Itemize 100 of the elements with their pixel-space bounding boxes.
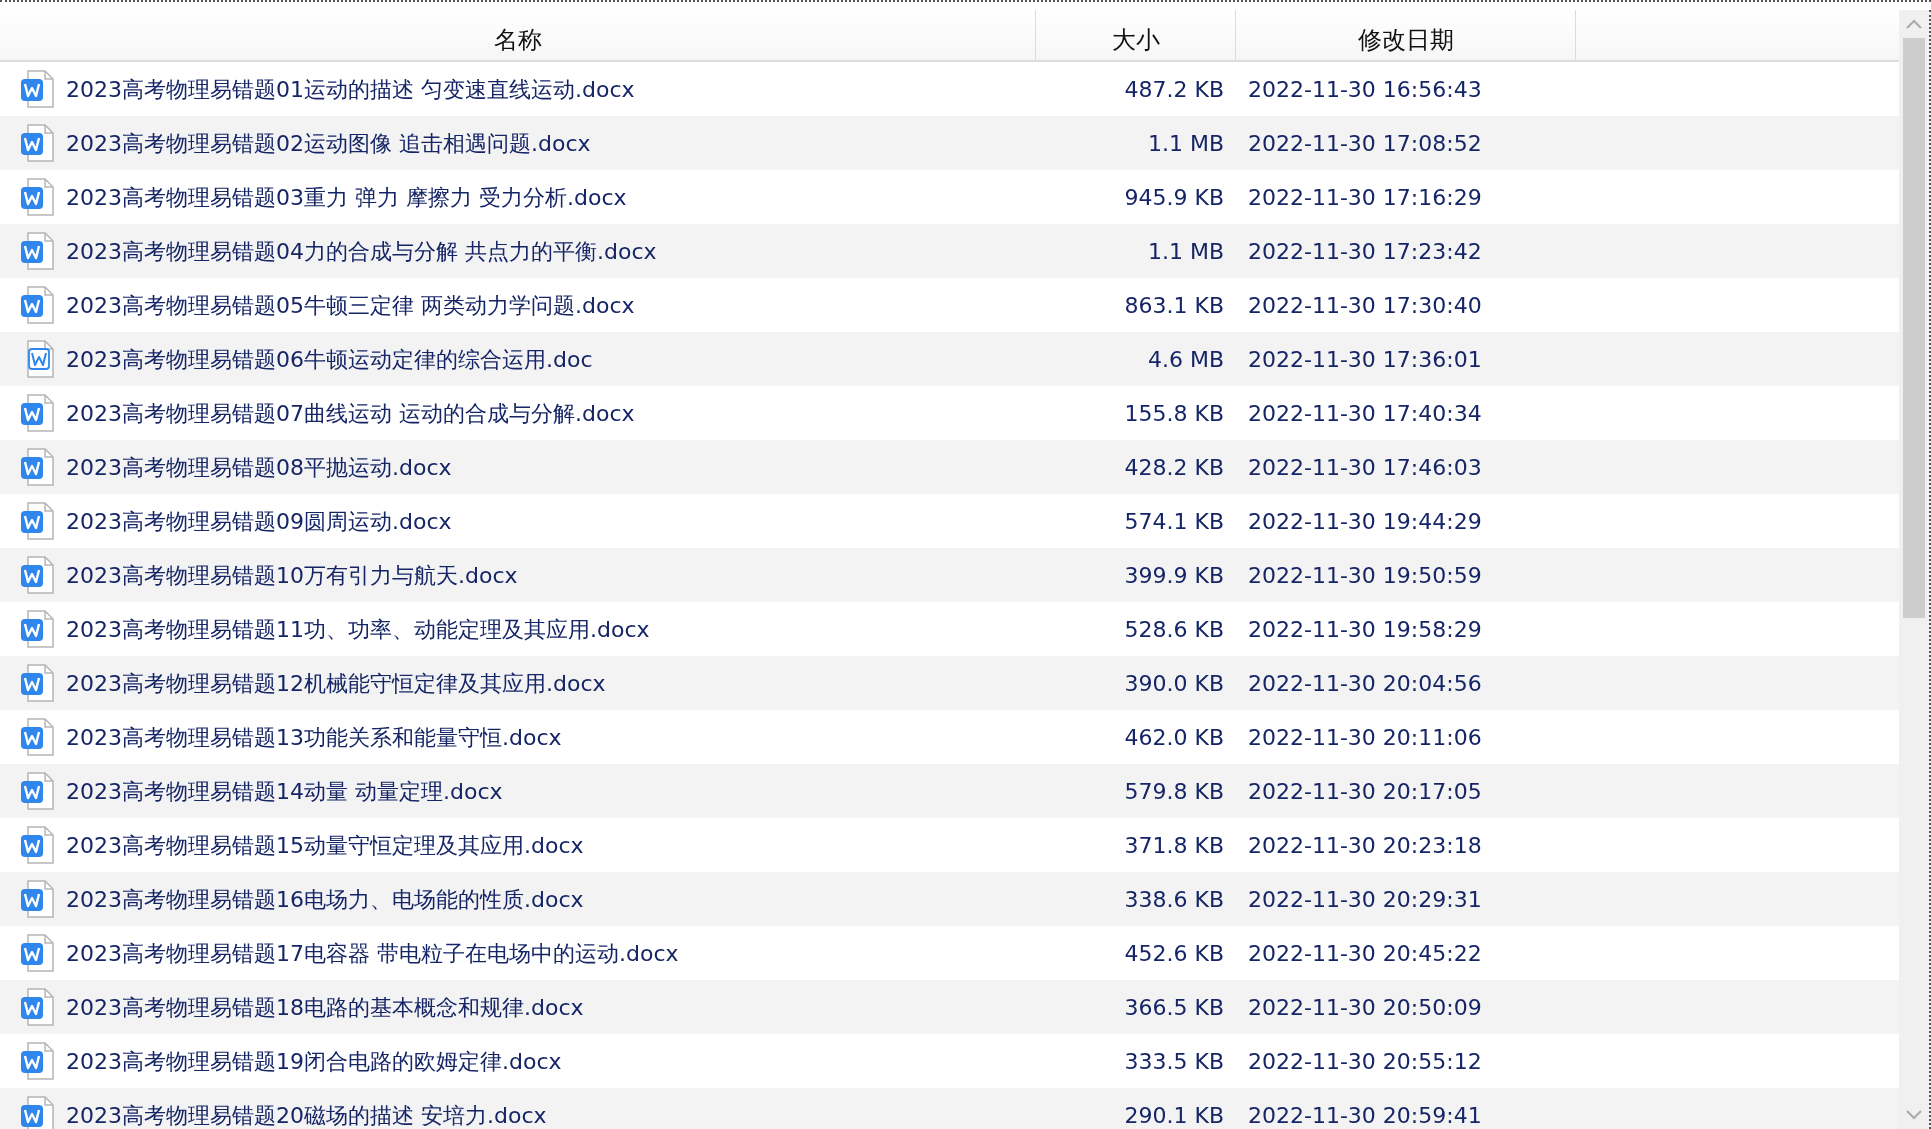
file-size: 290.1 KB [1123, 1101, 1225, 1129]
scrollbar-thumb[interactable] [1903, 38, 1925, 618]
file-name: 2023高考物理易错题13功能关系和能量守恒.docx [66, 723, 562, 752]
file-size: 462.0 KB [1123, 723, 1225, 752]
file-size: 428.2 KB [1123, 453, 1225, 482]
document-icon [20, 178, 54, 216]
file-name: 2023高考物理易错题06牛顿运动定律的综合运用.doc [66, 345, 593, 374]
modified-date: 2022-11-30 20:45:22 [1247, 940, 1482, 966]
modified-date: 2022-11-30 20:04:56 [1247, 670, 1482, 696]
file-size: 4.6 MB [1146, 345, 1225, 374]
document-icon [20, 286, 54, 324]
file-name: 2023高考物理易错题17电容器 带电粒子在电场中的运动.docx [66, 939, 679, 968]
modified-date: 2022-11-30 20:17:05 [1247, 778, 1482, 804]
file-name: 2023高考物理易错题11功、功率、动能定理及其应用.docx [66, 615, 650, 644]
modified-date: 2022-11-30 17:23:42 [1247, 238, 1482, 264]
modified-date: 2022-11-30 19:58:29 [1247, 616, 1482, 642]
file-row[interactable]: 2023高考物理易错题10万有引力与航天.docx 399.9 KB 2022-11-30 19:50:59 [0, 548, 1899, 602]
document-icon [20, 610, 54, 648]
document-icon [20, 394, 54, 432]
file-name: 2023高考物理易错题02运动图像 追击相遇问题.docx [66, 129, 591, 158]
file-size: 574.1 KB [1123, 507, 1225, 536]
document-icon [20, 664, 54, 702]
file-row[interactable]: 2023高考物理易错题18电路的基本概念和规律.docx 366.5 KB 2022-11-30 20:50:09 [0, 980, 1899, 1034]
file-row[interactable]: 2023高考物理易错题06牛顿运动定律的综合运用.doc 4.6 MB 2022-11-30 17:36:01 [0, 332, 1899, 386]
file-name: 2023高考物理易错题04力的合成与分解 共点力的平衡.docx [66, 237, 657, 266]
file-row[interactable]: 2023高考物理易错题11功、功率、动能定理及其应用.docx 528.6 KB 2022-11-30 19:58:29 [0, 602, 1899, 656]
file-size: 579.8 KB [1123, 777, 1225, 806]
file-row[interactable]: 2023高考物理易错题13功能关系和能量守恒.docx 462.0 KB 2022-11-30 20:11:06 [0, 710, 1899, 764]
file-name: 2023高考物理易错题03重力 弹力 摩擦力 受力分析.docx [66, 183, 627, 212]
document-icon [20, 826, 54, 864]
file-size: 338.6 KB [1123, 885, 1225, 914]
file-size: 333.5 KB [1123, 1047, 1225, 1076]
file-row[interactable]: 2023高考物理易错题08平抛运动.docx 428.2 KB 2022-11-30 17:46:03 [0, 440, 1899, 494]
document-icon [20, 556, 54, 594]
document-icon [20, 988, 54, 1026]
file-size: 528.6 KB [1123, 615, 1225, 644]
modified-date: 2022-11-30 17:36:01 [1247, 346, 1482, 372]
file-name: 2023高考物理易错题20磁场的描述 安培力.docx [66, 1101, 547, 1129]
column-header[interactable]: 大小 [1036, 10, 1236, 60]
file-row[interactable]: 2023高考物理易错题17电容器 带电粒子在电场中的运动.docx 452.6 KB 2022-11-30 20:45:22 [0, 926, 1899, 980]
vertical-scrollbar[interactable] [1899, 10, 1931, 1129]
file-row[interactable]: 2023高考物理易错题15动量守恒定理及其应用.docx 371.8 KB 2022-11-30 20:23:18 [0, 818, 1899, 872]
file-size: 390.0 KB [1123, 669, 1225, 698]
file-row[interactable]: 2023高考物理易错题14动量 动量定理.docx 579.8 KB 2022-11-30 20:17:05 [0, 764, 1899, 818]
file-row[interactable]: 2023高考物理易错题20磁场的描述 安培力.docx 290.1 KB 2022-11-30 20:59:41 [0, 1088, 1899, 1129]
file-name: 2023高考物理易错题09圆周运动.docx [66, 507, 452, 536]
file-row[interactable]: 2023高考物理易错题03重力 弹力 摩擦力 受力分析.docx 945.9 KB 2022-11-30 17:16:29 [0, 170, 1899, 224]
document-icon [20, 934, 54, 972]
modified-date: 2022-11-30 20:50:09 [1247, 994, 1482, 1020]
file-size: 371.8 KB [1123, 831, 1225, 860]
file-row[interactable]: 2023高考物理易错题12机械能守恒定律及其应用.docx 390.0 KB 2022-11-30 20:04:56 [0, 656, 1899, 710]
file-name: 2023高考物理易错题16电场力、电场能的性质.docx [66, 885, 584, 914]
file-name: 2023高考物理易错题12机械能守恒定律及其应用.docx [66, 669, 606, 698]
file-row[interactable]: 2023高考物理易错题16电场力、电场能的性质.docx 338.6 KB 2022-11-30 20:29:31 [0, 872, 1899, 926]
file-size: 945.9 KB [1123, 183, 1225, 212]
file-name: 2023高考物理易错题14动量 动量定理.docx [66, 777, 503, 806]
file-row[interactable]: 2023高考物理易错题05牛顿三定律 两类动力学问题.docx 863.1 KB 2022-11-30 17:30:40 [0, 278, 1899, 332]
modified-date: 2022-11-30 17:16:29 [1247, 184, 1482, 210]
file-row[interactable]: 2023高考物理易错题09圆周运动.docx 574.1 KB 2022-11-30 19:44:29 [0, 494, 1899, 548]
modified-date: 2022-11-30 17:30:40 [1247, 292, 1482, 318]
file-name: 2023高考物理易错题07曲线运动 运动的合成与分解.docx [66, 399, 635, 428]
file-row[interactable]: 2023高考物理易错题02运动图像 追击相遇问题.docx 1.1 MB 2022-11-30 17:08:52 [0, 116, 1899, 170]
modified-date: 2022-11-30 19:44:29 [1247, 508, 1482, 534]
file-name: 2023高考物理易错题19闭合电路的欧姆定律.docx [66, 1047, 562, 1076]
file-size: 1.1 MB [1146, 237, 1225, 266]
column-header[interactable]: 名称 [0, 10, 1036, 60]
file-row[interactable]: 2023高考物理易错题04力的合成与分解 共点力的平衡.docx 1.1 MB 2022-11-30 17:23:42 [0, 224, 1899, 278]
document-icon [20, 70, 54, 108]
modified-date: 2022-11-30 20:29:31 [1247, 886, 1482, 912]
modified-date: 2022-11-30 20:23:18 [1247, 832, 1482, 858]
document-icon [20, 718, 54, 756]
file-name: 2023高考物理易错题08平抛运动.docx [66, 453, 452, 482]
file-size: 366.5 KB [1123, 993, 1225, 1022]
modified-date: 2022-11-30 19:50:59 [1247, 562, 1482, 588]
file-row[interactable]: 2023高考物理易错题19闭合电路的欧姆定律.docx 333.5 KB 2022-11-30 20:55:12 [0, 1034, 1899, 1088]
modified-date: 2022-11-30 20:55:12 [1247, 1048, 1482, 1074]
file-row[interactable]: 2023高考物理易错题01运动的描述 匀变速直线运动.docx 487.2 KB 2022-11-30 16:56:43 [0, 62, 1899, 116]
column-header[interactable]: 修改日期 [1236, 10, 1576, 60]
file-size: 487.2 KB [1123, 75, 1225, 104]
modified-date: 2022-11-30 20:59:41 [1247, 1102, 1482, 1128]
file-size: 399.9 KB [1123, 561, 1225, 590]
document-icon [20, 880, 54, 918]
modified-date: 2022-11-30 17:46:03 [1247, 454, 1482, 480]
file-name: 2023高考物理易错题15动量守恒定理及其应用.docx [66, 831, 584, 860]
file-name: 2023高考物理易错题01运动的描述 匀变速直线运动.docx [66, 75, 635, 104]
document-icon [20, 772, 54, 810]
document-icon [20, 448, 54, 486]
document-icon [20, 1096, 54, 1129]
file-size: 452.6 KB [1123, 939, 1225, 968]
modified-date: 2022-11-30 17:08:52 [1247, 130, 1482, 156]
modified-date: 2022-11-30 20:11:06 [1247, 724, 1482, 750]
file-name: 2023高考物理易错题10万有引力与航天.docx [66, 561, 518, 590]
document-icon [20, 124, 54, 162]
document-icon [20, 1042, 54, 1080]
modified-date: 2022-11-30 16:56:43 [1247, 76, 1482, 102]
document-icon [20, 502, 54, 540]
modified-date: 2022-11-30 17:40:34 [1247, 400, 1482, 426]
file-row[interactable]: 2023高考物理易错题07曲线运动 运动的合成与分解.docx 155.8 KB 2022-11-30 17:40:34 [0, 386, 1899, 440]
file-name: 2023高考物理易错题05牛顿三定律 两类动力学问题.docx [66, 291, 635, 320]
file-size: 863.1 KB [1123, 291, 1225, 320]
